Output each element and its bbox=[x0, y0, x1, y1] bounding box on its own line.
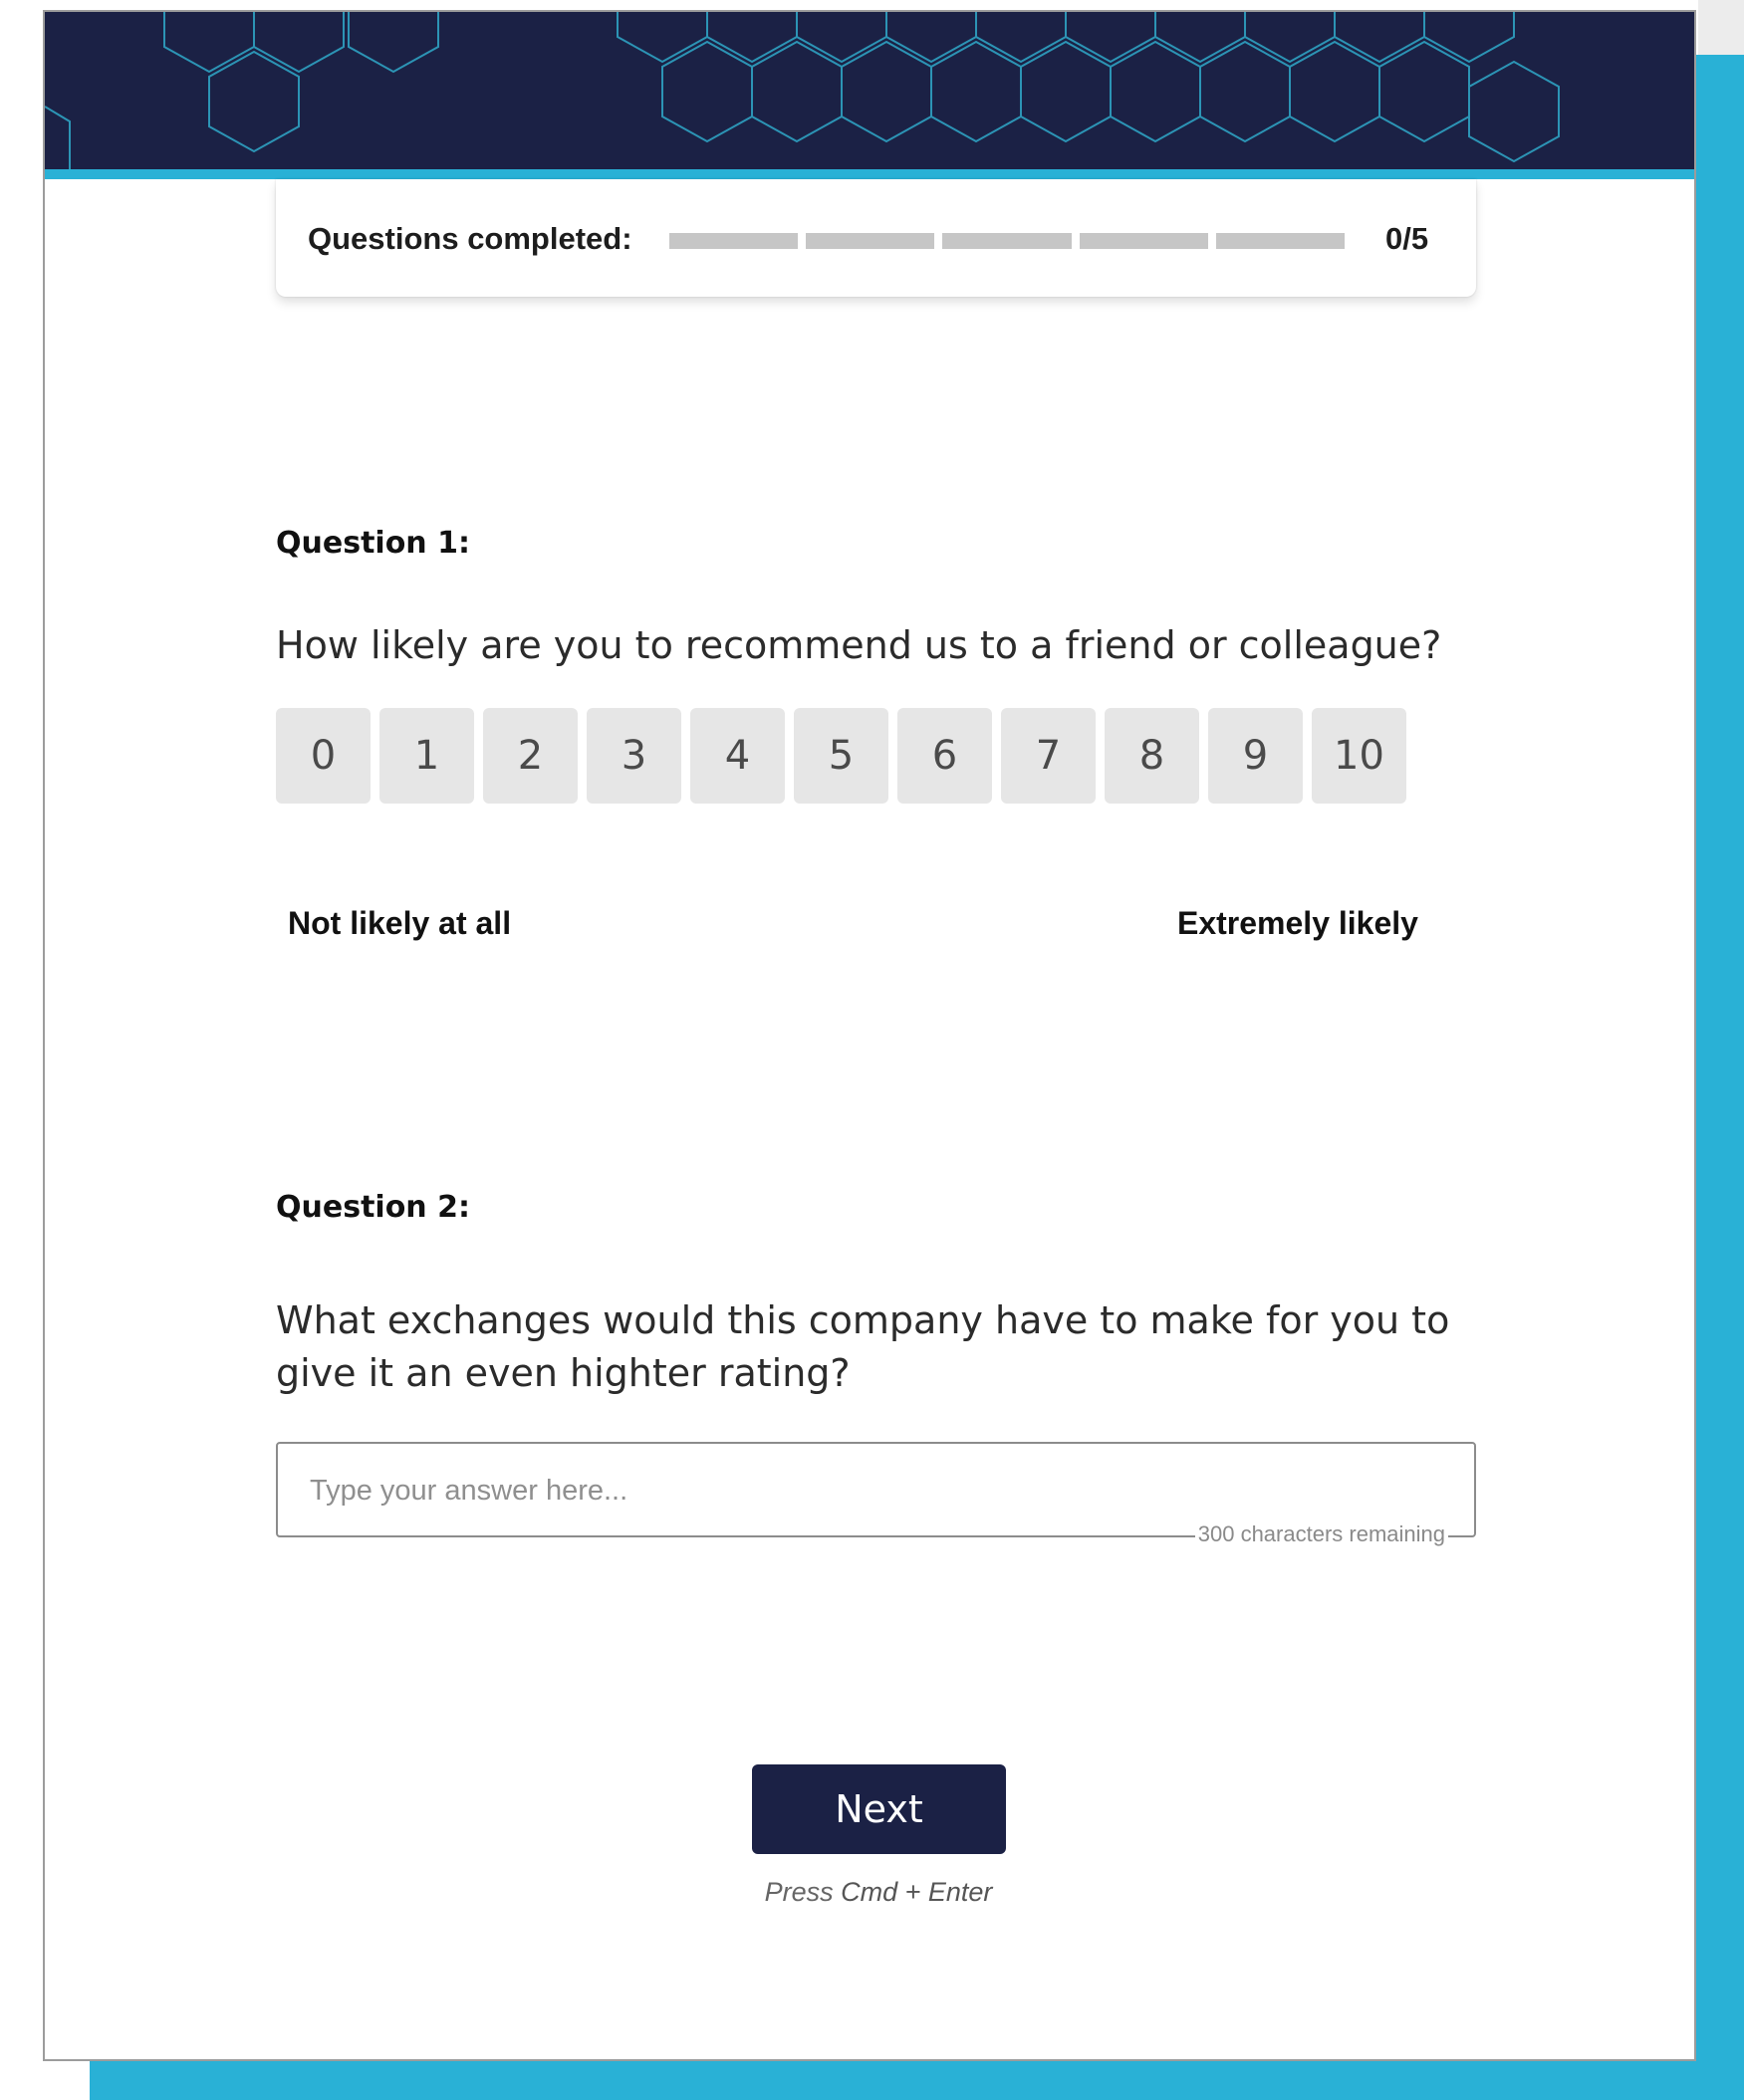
progress-panel: Questions completed: 0/5 bbox=[276, 179, 1476, 297]
survey-card: Questions completed: 0/5 Question 1: How… bbox=[43, 10, 1696, 2061]
rating-option-6[interactable]: 6 bbox=[897, 708, 992, 804]
hint-prefix: Press bbox=[764, 1877, 834, 1907]
header-banner bbox=[45, 12, 1694, 169]
progress-label: Questions completed: bbox=[308, 221, 632, 256]
rating-option-8[interactable]: 8 bbox=[1105, 708, 1199, 804]
progress-count: 0/5 bbox=[1385, 221, 1429, 256]
hint-keys: Cmd + Enter bbox=[841, 1877, 993, 1907]
hexagon-pattern-icon bbox=[45, 12, 1560, 169]
progress-segment bbox=[806, 233, 935, 249]
rating-option-7[interactable]: 7 bbox=[1001, 708, 1096, 804]
question-2-label: Question 2: bbox=[276, 1190, 470, 1225]
next-button[interactable]: Next bbox=[752, 1764, 1006, 1854]
rating-scale: 0 1 2 3 4 5 6 7 8 9 10 bbox=[276, 708, 1406, 804]
rating-option-5[interactable]: 5 bbox=[794, 708, 888, 804]
progress-bar bbox=[669, 233, 1346, 249]
progress-segment bbox=[669, 233, 799, 249]
rating-option-2[interactable]: 2 bbox=[483, 708, 578, 804]
progress-segment bbox=[942, 233, 1072, 249]
rating-option-9[interactable]: 9 bbox=[1208, 708, 1303, 804]
progress-segment bbox=[1079, 233, 1208, 249]
scale-low-label: Not likely at all bbox=[288, 905, 512, 941]
page: Questions completed: 0/5 Question 1: How… bbox=[0, 0, 1744, 2100]
answer-field[interactable]: 300 characters remaining bbox=[276, 1442, 1476, 1547]
rating-option-4[interactable]: 4 bbox=[690, 708, 785, 804]
answer-input[interactable] bbox=[308, 1470, 1427, 1512]
rating-option-1[interactable]: 1 bbox=[379, 708, 474, 804]
question-2-text: What exchanges would this company have t… bbox=[276, 1298, 1450, 1395]
question-1-label: Question 1: bbox=[276, 526, 470, 561]
background-shape bbox=[1698, 0, 1744, 60]
scale-high-label: Extremely likely bbox=[1177, 905, 1418, 941]
keyboard-hint: Press Cmd + Enter bbox=[679, 1877, 1078, 1908]
banner-accent-bar bbox=[45, 169, 1694, 179]
characters-remaining: 300 characters remaining bbox=[1194, 1521, 1448, 1547]
progress-segment bbox=[1215, 233, 1346, 249]
question-1-text: How likely are you to recommend us to a … bbox=[276, 623, 1442, 667]
rating-option-3[interactable]: 3 bbox=[587, 708, 681, 804]
rating-option-0[interactable]: 0 bbox=[276, 708, 371, 804]
rating-option-10[interactable]: 10 bbox=[1312, 708, 1406, 804]
